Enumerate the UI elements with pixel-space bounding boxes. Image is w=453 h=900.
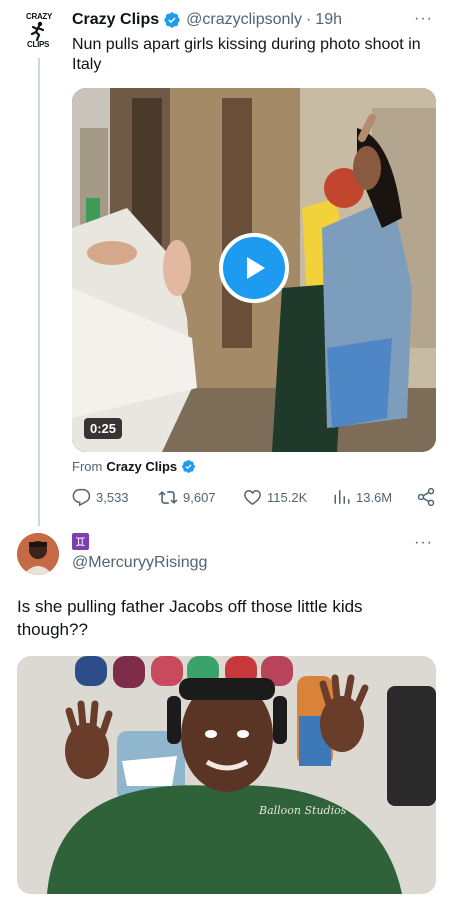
verified-badge-icon xyxy=(164,12,180,28)
author-name[interactable]: Crazy Clips xyxy=(72,11,159,29)
play-icon xyxy=(247,257,265,279)
reply-author-handle[interactable]: @MercuryyRisingg xyxy=(72,554,207,572)
share-button[interactable] xyxy=(416,486,441,508)
verified-badge-icon xyxy=(182,459,196,473)
views-count: 13.6M xyxy=(356,489,393,505)
views-button[interactable]: 13.6M xyxy=(333,486,392,508)
author-handle[interactable]: @crazyclipsonly xyxy=(186,11,302,29)
reply-author-avatar[interactable] xyxy=(17,533,59,575)
reply-text: Is she pulling father Jacobs off those l… xyxy=(17,597,363,639)
video-duration: 0:25 xyxy=(84,418,123,439)
more-icon[interactable]: ··· xyxy=(414,534,433,552)
reply-button[interactable]: 3,533 xyxy=(72,486,129,508)
tweet-timestamp[interactable]: 19h xyxy=(315,11,342,29)
reply-image[interactable]: Balloon Studios xyxy=(17,656,436,894)
tweet-action-bar: 3,533 9,607 115.2K 13.6M xyxy=(72,486,440,510)
video-source-line: From Crazy Clips xyxy=(72,456,201,476)
author-avatar[interactable]: CRAZY CLIPS xyxy=(18,12,58,52)
avatar-logo-text-bottom: CLIPS xyxy=(27,40,50,49)
avatar-logo-text-top: CRAZY xyxy=(26,12,53,21)
retweet-icon xyxy=(158,490,178,504)
from-prefix: From xyxy=(72,458,103,474)
tweet-text: Nun pulls apart girls kissing during pho… xyxy=(72,36,421,73)
reply-image-photo: Balloon Studios xyxy=(17,656,436,894)
avatar-photo xyxy=(17,533,59,575)
tweet-header: Crazy Clips @crazyclipsonly · 19h xyxy=(72,9,342,31)
dot-separator: · xyxy=(305,11,312,28)
play-button[interactable] xyxy=(219,233,289,303)
from-source-link[interactable]: Crazy Clips xyxy=(106,459,177,474)
reply-count: 3,533 xyxy=(96,489,129,505)
reply-icon xyxy=(72,488,91,506)
more-icon[interactable]: ··· xyxy=(414,10,433,28)
like-icon xyxy=(244,489,261,505)
running-figure-icon xyxy=(30,21,45,41)
retweet-button[interactable]: 9,607 xyxy=(158,486,216,508)
retweet-count: 9,607 xyxy=(183,489,216,505)
hoodie-print-text: Balloon Studios xyxy=(258,804,347,817)
thread-connector-line xyxy=(38,58,40,526)
like-count: 115.2K xyxy=(267,489,308,505)
zodiac-badge: ♊ xyxy=(72,533,89,550)
like-button[interactable]: 115.2K xyxy=(243,486,307,508)
tweet-video[interactable]: 0:25 xyxy=(72,88,436,452)
views-icon xyxy=(334,490,350,504)
share-icon xyxy=(417,487,435,507)
